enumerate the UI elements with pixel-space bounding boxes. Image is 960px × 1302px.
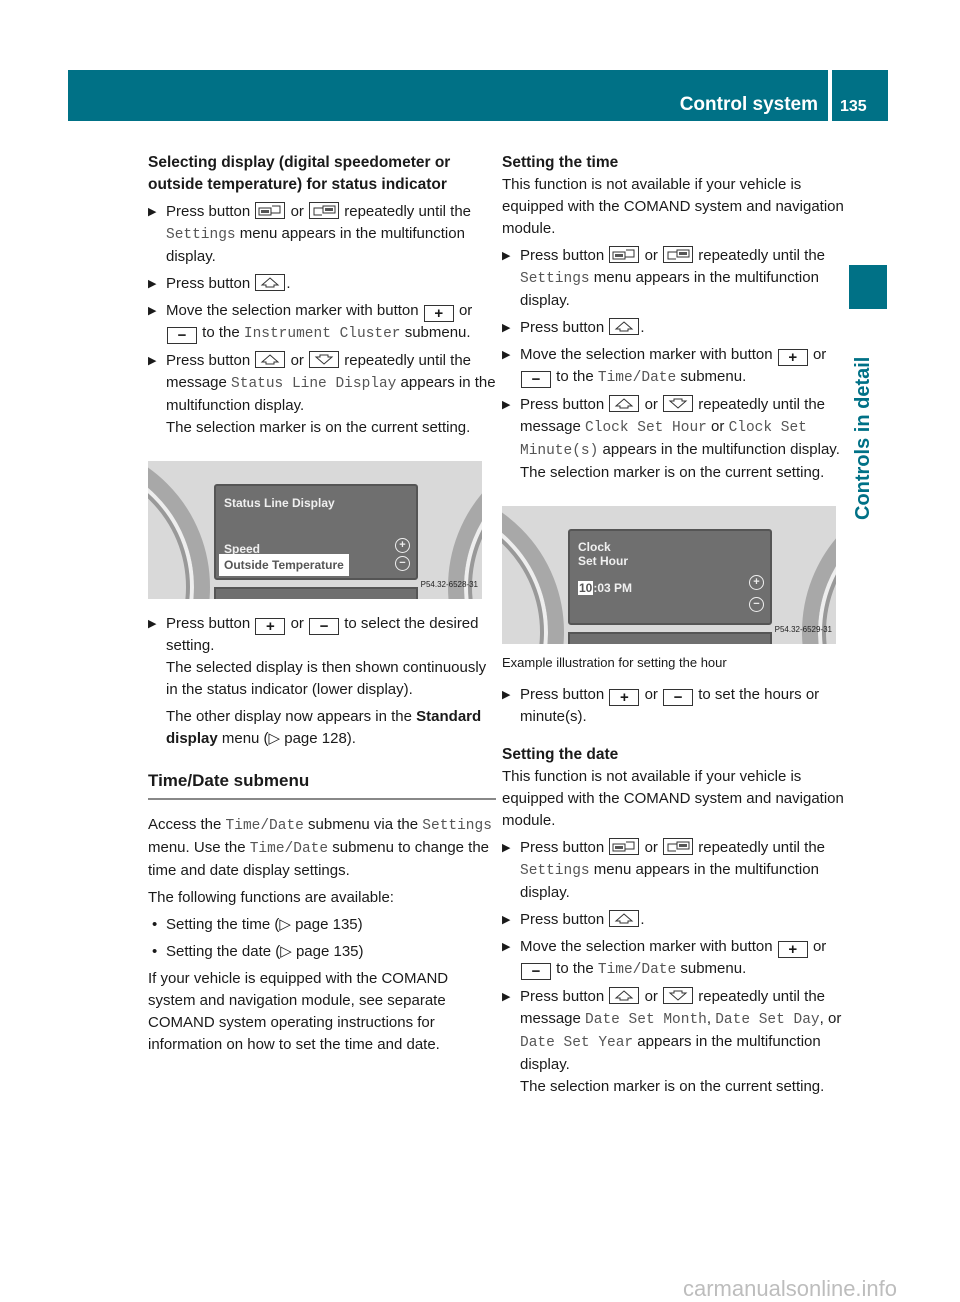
down-button-icon xyxy=(309,351,340,368)
header-title: Control system xyxy=(679,94,818,115)
bullet-icon: • xyxy=(152,916,158,933)
up-button-icon xyxy=(255,351,286,368)
right-column: Setting the time This function is not av… xyxy=(502,152,850,1098)
instruction-step: ▶ Press button . xyxy=(148,273,496,295)
up-button-icon xyxy=(609,987,640,1004)
left-gauge-graphic xyxy=(148,461,210,599)
figure-reference: P54.32-6529-31 xyxy=(774,625,832,634)
plus-button-icon: + xyxy=(609,689,640,706)
minus-circle-icon: − xyxy=(395,556,410,571)
step-arrow-icon: ▶ xyxy=(502,991,511,1003)
instruction-step: ▶ Press button or repeatedly until the m… xyxy=(502,395,840,481)
up-button-icon xyxy=(609,910,640,927)
watermark: carmanualsonline.info xyxy=(683,1276,898,1301)
side-tab-marker xyxy=(849,265,887,309)
up-button-icon xyxy=(609,318,640,335)
display-option-selected: Outside Temperature xyxy=(219,554,349,576)
step-arrow-icon: ▶ xyxy=(502,399,511,411)
instruction-step: ▶ Press button + or − to set the hours o… xyxy=(502,686,820,725)
step-arrow-icon: ▶ xyxy=(148,206,157,218)
step-arrow-icon: ▶ xyxy=(502,842,511,854)
plus-circle-icon: + xyxy=(395,538,410,553)
header-bar: Control system xyxy=(68,70,828,121)
left-gauge-graphic xyxy=(502,506,564,644)
minus-circle-icon: − xyxy=(749,597,764,612)
minus-button-icon: − xyxy=(521,963,551,980)
note-paragraph: This function is not available if your v… xyxy=(502,768,844,829)
instruction-step: ▶ Move the selection marker with button … xyxy=(148,302,473,344)
display-left-button-icon xyxy=(255,202,286,219)
step-arrow-icon: ▶ xyxy=(502,349,511,361)
subsection-heading: Setting the date xyxy=(502,746,619,763)
step-arrow-icon: ▶ xyxy=(502,322,511,334)
step-arrow-icon: ▶ xyxy=(148,618,157,630)
minus-button-icon: − xyxy=(663,689,694,706)
instruction-step: ▶ Move the selection marker with button … xyxy=(502,938,827,980)
plus-button-icon: + xyxy=(777,349,808,366)
plus-button-icon: + xyxy=(255,618,286,635)
page-number: 135 xyxy=(840,98,867,115)
display-right-button-icon xyxy=(663,246,694,263)
plus-button-icon: + xyxy=(423,305,454,322)
display-subtitle: Set Hour xyxy=(578,554,629,568)
step-arrow-icon: ▶ xyxy=(148,305,157,317)
instruction-step: ▶ Press button or repeatedly until the m… xyxy=(502,987,842,1095)
instruction-step: ▶ Press button or repeatedly until the S… xyxy=(502,838,826,901)
plus-button-icon: + xyxy=(777,941,808,958)
step-arrow-icon: ▶ xyxy=(502,250,511,262)
instruction-step: ▶ Move the selection marker with button … xyxy=(502,346,827,388)
display-right-button-icon xyxy=(309,202,340,219)
lower-display xyxy=(214,587,418,599)
figure-reference: P54.32-6528-31 xyxy=(420,580,478,589)
left-column: Selecting display (digital speedometer o… xyxy=(148,152,496,1056)
step-arrow-icon: ▶ xyxy=(502,941,511,953)
instruction-step: ▶ Press button or repeatedly until the m… xyxy=(148,351,496,436)
display-title: Status Line Display xyxy=(224,496,335,510)
status-line-display-illustration: Status Line Display Speed Outside Temper… xyxy=(148,461,482,599)
step-arrow-icon: ▶ xyxy=(502,689,511,701)
minus-button-icon: − xyxy=(521,371,551,388)
display-right-button-icon xyxy=(663,838,694,855)
lower-display xyxy=(568,632,772,644)
display-left-button-icon xyxy=(609,246,640,263)
note-paragraph: This function is not available if your v… xyxy=(502,176,844,237)
page-link[interactable]: menu (▷ page 128). xyxy=(222,730,356,747)
intro-paragraph: Access the Time/Date submenu via the Set… xyxy=(148,816,492,879)
bullet-icon: • xyxy=(152,943,158,960)
step-arrow-icon: ▶ xyxy=(148,278,157,290)
subsection-heading: Selecting display (digital speedometer o… xyxy=(148,154,451,193)
display-time: 10:03 PM xyxy=(578,581,633,595)
list-item[interactable]: • Setting the time (▷ page 135) xyxy=(148,914,496,936)
up-button-icon xyxy=(255,274,286,291)
step-arrow-icon: ▶ xyxy=(502,914,511,926)
instruction-step: ▶ Press button or repeatedly until the S… xyxy=(148,202,472,265)
page-number-box: 135 xyxy=(832,70,888,121)
section-heading: Time/Date submenu xyxy=(148,770,496,800)
available-text: The following functions are available: xyxy=(148,889,394,906)
list-item[interactable]: • Setting the date (▷ page 135) xyxy=(148,941,496,963)
side-tab-label: Controls in detail xyxy=(852,356,874,520)
minus-button-icon: − xyxy=(167,327,197,344)
instruction-step: ▶ Press button . xyxy=(502,909,850,931)
down-button-icon xyxy=(663,395,694,412)
plus-circle-icon: + xyxy=(749,575,764,590)
selected-hour: 10 xyxy=(578,581,594,595)
clock-set-hour-illustration: Clock Set Hour 10:03 PM + − P54.32-6529-… xyxy=(502,506,836,644)
display-left-button-icon xyxy=(609,838,640,855)
instruction-step: ▶ Press button or repeatedly until the S… xyxy=(502,246,826,309)
figure-caption: Example illustration for setting the hou… xyxy=(502,655,727,670)
up-button-icon xyxy=(609,395,640,412)
comand-note: If your vehicle is equipped with the COM… xyxy=(148,970,449,1053)
multifunction-display: Status Line Display Speed Outside Temper… xyxy=(214,484,418,580)
minus-button-icon: − xyxy=(309,618,340,635)
instruction-step: ▶ Press button . xyxy=(502,317,850,339)
instruction-step: ▶ Press button + or − to select the desi… xyxy=(148,615,487,747)
down-button-icon xyxy=(663,987,694,1004)
multifunction-display: Clock Set Hour 10:03 PM + − xyxy=(568,529,772,625)
step-arrow-icon: ▶ xyxy=(148,355,157,367)
subsection-heading: Setting the time xyxy=(502,154,619,171)
